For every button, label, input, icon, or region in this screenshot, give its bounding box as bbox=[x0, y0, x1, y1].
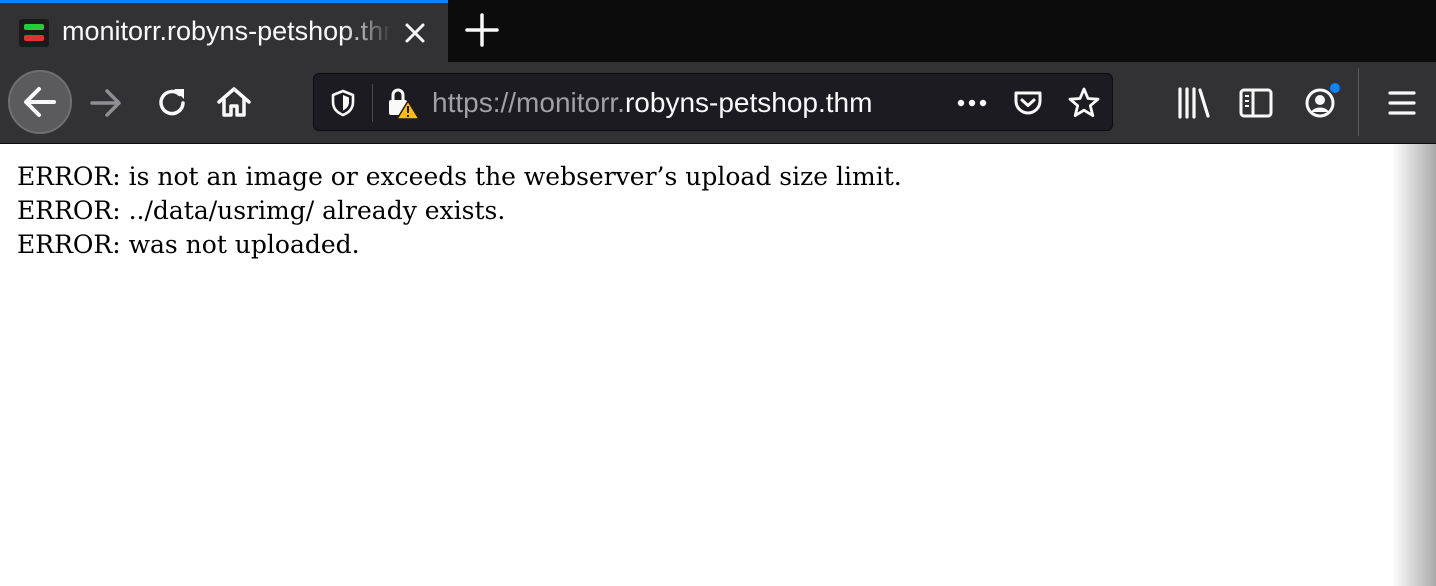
error-message-not-uploaded: ERROR: was not uploaded. bbox=[17, 230, 360, 259]
bookmark-star-icon[interactable] bbox=[1066, 85, 1102, 121]
notification-dot bbox=[1330, 83, 1340, 93]
back-arrow-icon bbox=[24, 87, 56, 117]
tracking-protection-shield-icon[interactable] bbox=[328, 88, 358, 118]
toolbar-separator bbox=[1358, 68, 1359, 136]
account-avatar-icon[interactable] bbox=[1300, 80, 1346, 126]
insecure-lock-warning-icon[interactable] bbox=[384, 85, 424, 123]
right-edge-shadow bbox=[1392, 144, 1436, 586]
pocket-icon[interactable] bbox=[1011, 86, 1045, 120]
close-tab-icon[interactable] bbox=[398, 16, 432, 50]
error-message-upload-size: ERROR: is not an image or exceeds the we… bbox=[17, 162, 902, 191]
back-button[interactable] bbox=[8, 70, 72, 134]
active-tab[interactable]: monitorr.robyns-petshop.thm bbox=[0, 0, 448, 62]
navigation-toolbar: https://monitorr.robyns-petshop.thm bbox=[0, 62, 1436, 144]
tab-title: monitorr.robyns-petshop.thm bbox=[62, 16, 392, 46]
address-bar[interactable]: https://monitorr.robyns-petshop.thm bbox=[313, 73, 1113, 131]
url-text[interactable]: https://monitorr.robyns-petshop.thm bbox=[432, 83, 938, 123]
library-icon[interactable] bbox=[1174, 83, 1214, 123]
hamburger-menu-icon[interactable] bbox=[1382, 83, 1422, 123]
monitorr-favicon-icon bbox=[19, 19, 49, 47]
forward-arrow-icon[interactable] bbox=[86, 83, 126, 123]
tab-strip: monitorr.robyns-petshop.thm bbox=[0, 0, 1436, 62]
new-tab-plus-icon[interactable] bbox=[462, 10, 502, 50]
error-message-already-exists: ERROR: ../data/usrimg/ already exists. bbox=[17, 196, 506, 225]
page-content: ERROR: is not an image or exceeds the we… bbox=[0, 144, 1436, 586]
sidebar-toggle-icon[interactable] bbox=[1236, 83, 1276, 123]
page-actions-more-icon[interactable] bbox=[954, 88, 990, 118]
reload-icon[interactable] bbox=[152, 83, 192, 123]
address-bar-separator bbox=[372, 84, 373, 122]
home-icon[interactable] bbox=[214, 82, 254, 122]
